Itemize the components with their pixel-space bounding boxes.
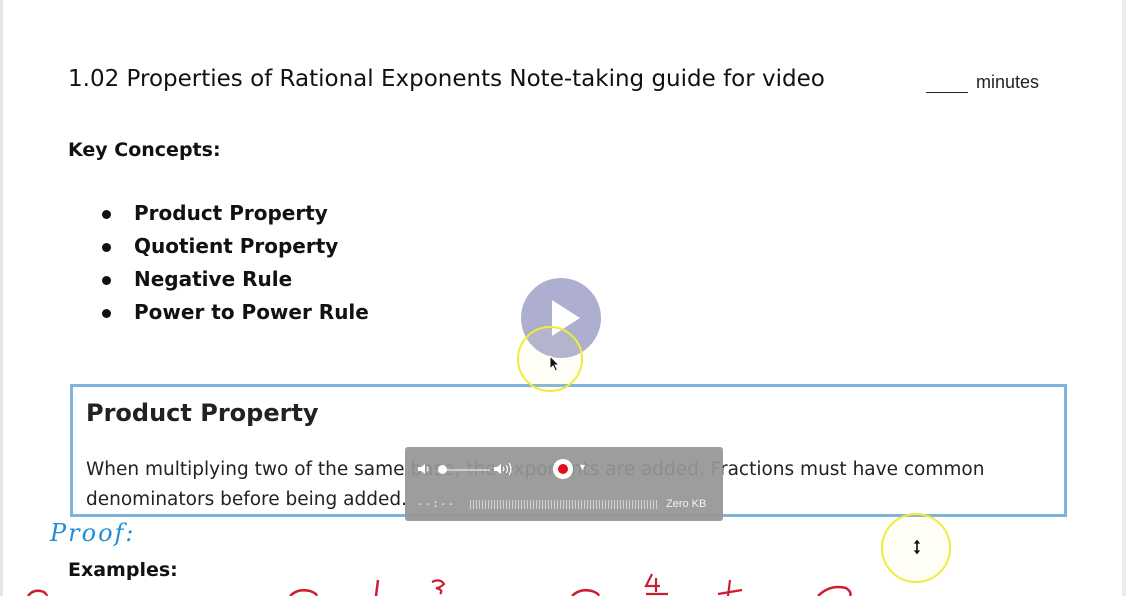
concept-label: Product Property	[134, 201, 328, 225]
concept-negative-rule: Negative Rule	[100, 267, 369, 300]
vertical-resize-cursor-icon	[912, 538, 922, 556]
record-button[interactable]	[553, 459, 573, 479]
concept-product-property: Product Property	[100, 201, 369, 234]
minutes-blank	[926, 72, 968, 93]
arrow-cursor-icon	[549, 355, 561, 372]
bullet-icon	[102, 243, 111, 252]
recording-size: Zero KB	[666, 498, 707, 510]
minutes-label: minutes	[976, 72, 1040, 92]
concept-label: Quotient Property	[134, 234, 339, 258]
handwritten-annotations	[27, 573, 852, 596]
bullet-icon	[102, 210, 111, 219]
product-property-heading: Product Property	[86, 399, 319, 427]
recording-time: --:--	[417, 497, 456, 510]
page-edge-right	[1122, 0, 1126, 596]
minutes-field: minutes	[926, 72, 1039, 93]
volume-slider-knob[interactable]	[438, 465, 447, 474]
page-edge-left	[0, 0, 3, 596]
volume-low-icon[interactable]	[417, 463, 431, 475]
concept-label: Power to Power Rule	[134, 300, 369, 324]
audio-recorder-panel: ▼ --:-- Zero KB	[405, 447, 723, 521]
bullet-icon	[102, 276, 111, 285]
concept-quotient-property: Quotient Property	[100, 234, 369, 267]
key-concepts-heading: Key Concepts:	[68, 139, 221, 161]
record-icon	[558, 464, 568, 474]
key-concepts-list: Product Property Quotient Property Negat…	[100, 201, 369, 333]
document-title: 1.02 Properties of Rational Exponents No…	[68, 66, 825, 92]
volume-high-icon[interactable]	[493, 462, 515, 476]
audio-level-meter	[470, 500, 658, 509]
bullet-icon	[102, 309, 111, 318]
chevron-down-icon[interactable]: ▼	[578, 462, 587, 472]
concept-power-to-power-rule: Power to Power Rule	[100, 300, 369, 333]
proof-handwritten-label: Proof:	[50, 519, 136, 547]
concept-label: Negative Rule	[134, 267, 293, 291]
